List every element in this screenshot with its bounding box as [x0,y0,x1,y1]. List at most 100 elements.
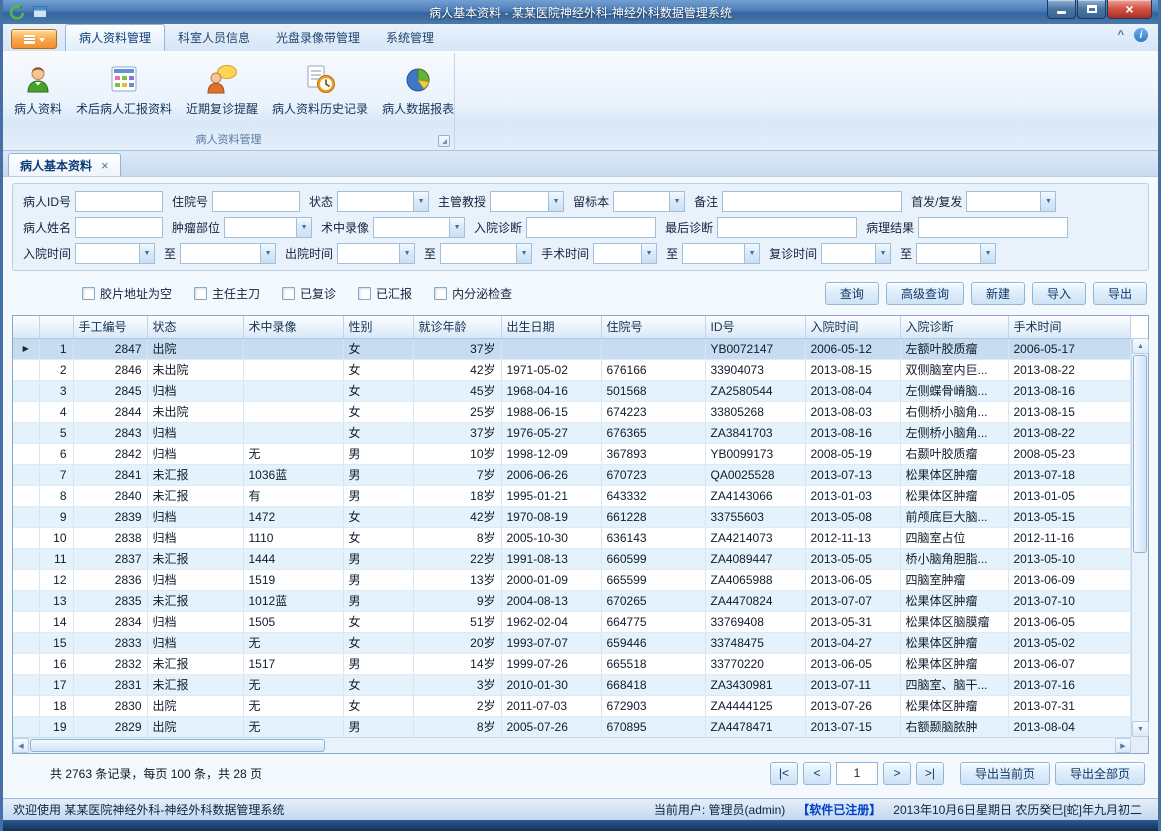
grid-cell[interactable]: 33755603 [705,506,805,527]
grid-cell[interactable]: 33770220 [705,653,805,674]
grid-row[interactable]: 62842归档无男10岁1998-12-09367893YB0099173200… [13,443,1131,464]
grid-cell[interactable]: 8岁 [413,716,501,737]
grid-row[interactable]: 42844未出院女25岁1988-06-15674223338052682013… [13,401,1131,422]
grid-cell[interactable]: 左侧蝶骨嵴脑... [900,380,1008,401]
grid-cell[interactable]: 1517 [243,653,343,674]
grid-cell[interactable]: 33904073 [705,359,805,380]
ribbon-tab[interactable]: 系统管理 [373,25,447,51]
dropdown-arrow-icon[interactable]: ▼ [875,244,890,263]
ribbon-tab[interactable]: 光盘录像带管理 [263,25,373,51]
scroll-down-icon[interactable]: ▼ [1132,721,1149,737]
filter-dropdown[interactable]: ▼ [224,217,312,238]
grid-cell[interactable] [243,338,343,359]
grid-cell[interactable]: 2013-07-18 [1008,464,1131,485]
grid-cell[interactable]: 女 [343,611,413,632]
grid-cell[interactable]: 2013-07-15 [805,716,900,737]
grid-cell[interactable]: 未汇报 [147,485,243,506]
column-header[interactable]: 出生日期 [501,316,601,338]
grid-row[interactable]: 122836归档1519男13岁2000-01-09665599ZA406598… [13,569,1131,590]
import-button[interactable]: 导入 [1032,282,1086,305]
grid-cell[interactable]: 1995-01-21 [501,485,601,506]
grid-cell[interactable]: ZA4143066 [705,485,805,506]
grid-cell[interactable]: 676166 [601,359,705,380]
grid-cell[interactable]: 668418 [601,674,705,695]
grid-cell[interactable]: 归档 [147,527,243,548]
grid-cell[interactable]: 2013-07-11 [805,674,900,695]
dropdown-arrow-icon[interactable]: ▼ [1040,192,1055,211]
grid-cell[interactable]: 无 [243,674,343,695]
grid-cell[interactable]: 1998-12-09 [501,443,601,464]
grid-cell[interactable]: 643332 [601,485,705,506]
grid-cell[interactable]: 男 [343,443,413,464]
grid-cell[interactable]: 2013-05-10 [1008,548,1131,569]
grid-cell[interactable]: 33748475 [705,632,805,653]
dropdown-arrow-icon[interactable]: ▼ [296,218,311,237]
grid-row[interactable]: 92839归档1472女42岁1970-08-19661228337556032… [13,506,1131,527]
filter-checkbox[interactable]: 已汇报 [358,285,412,302]
grid-cell[interactable]: 前颅底巨大脑... [900,506,1008,527]
grid-cell[interactable]: 25岁 [413,401,501,422]
info-icon[interactable]: i [1134,28,1148,42]
maximize-button[interactable] [1077,0,1106,19]
filter-text-input[interactable] [75,191,163,212]
grid-cell[interactable]: 松果体区肿瘤 [900,590,1008,611]
grid-cell[interactable]: 670895 [601,716,705,737]
grid-cell[interactable]: 四脑室、脑干... [900,674,1008,695]
grid-cell[interactable]: 出院 [147,716,243,737]
grid-cell[interactable]: 出院 [147,338,243,359]
grid-cell[interactable]: 2013-08-15 [805,359,900,380]
grid-cell[interactable]: ZA4470824 [705,590,805,611]
grid-cell[interactable]: 女 [343,674,413,695]
grid-cell[interactable]: QA0025528 [705,464,805,485]
grid-cell[interactable]: 1976-05-27 [501,422,601,443]
grid-cell[interactable]: 45岁 [413,380,501,401]
grid-row[interactable]: 182830出院无女2岁2011-07-03672903ZA4444125201… [13,695,1131,716]
grid-cell[interactable]: 676365 [601,422,705,443]
grid-row[interactable]: 112837未汇报1444男22岁1991-08-13660599ZA40894… [13,548,1131,569]
grid-cell[interactable]: 665518 [601,653,705,674]
grid-cell[interactable]: 2013-07-26 [805,695,900,716]
grid-cell[interactable] [501,338,601,359]
grid-cell[interactable]: 2013-05-05 [805,548,900,569]
grid-cell[interactable]: 2012-11-16 [1008,527,1131,548]
grid-cell[interactable]: 2013-08-22 [1008,422,1131,443]
grid-cell[interactable]: ZA4089447 [705,548,805,569]
export-all-pages-button[interactable]: 导出全部页 [1055,762,1145,785]
grid-row[interactable]: 132835未汇报1012蓝男9岁2004-08-13670265ZA44708… [13,590,1131,611]
grid-cell[interactable]: 674223 [601,401,705,422]
grid-cell[interactable]: 女 [343,527,413,548]
grid-cell[interactable]: 松果体区脑膜瘤 [900,611,1008,632]
quick-access-window-icon[interactable] [32,4,48,20]
grid-cell[interactable]: 670723 [601,464,705,485]
grid-cell[interactable]: 2013-01-03 [805,485,900,506]
grid-cell[interactable]: 660599 [601,548,705,569]
grid-row[interactable]: 142834归档1505女51岁1962-02-0466477533769408… [13,611,1131,632]
grid-cell[interactable]: 2839 [73,506,147,527]
grid-cell[interactable]: 2013-05-15 [1008,506,1131,527]
grid-cell[interactable]: 出院 [147,695,243,716]
ribbon-tab[interactable]: 病人资料管理 [65,24,165,51]
grid-cell[interactable]: ZA4444125 [705,695,805,716]
grid-cell[interactable]: 男 [343,716,413,737]
grid-cell[interactable]: 51岁 [413,611,501,632]
grid-cell[interactable]: 1962-02-04 [501,611,601,632]
grid-cell[interactable]: 桥小脑角胆脂... [900,548,1008,569]
grid-cell[interactable]: 2836 [73,569,147,590]
column-header[interactable]: 入院时间 [805,316,900,338]
grid-cell[interactable]: 2838 [73,527,147,548]
grid-row[interactable]: 162832未汇报1517男14岁1999-07-266655183377022… [13,653,1131,674]
grid-cell[interactable]: 1444 [243,548,343,569]
grid-cell[interactable]: 松果体区肿瘤 [900,695,1008,716]
filter-dropdown[interactable]: ▼ [440,243,532,264]
filter-dropdown[interactable]: ▼ [916,243,996,264]
grid-cell[interactable]: 左侧桥小脑角... [900,422,1008,443]
dropdown-arrow-icon[interactable]: ▼ [548,192,563,211]
grid-cell[interactable]: 1991-08-13 [501,548,601,569]
grid-cell[interactable]: 女 [343,695,413,716]
column-header[interactable]: 手工编号 [73,316,147,338]
grid-cell[interactable]: 10岁 [413,443,501,464]
column-header[interactable]: 手术时间 [1008,316,1131,338]
filter-dropdown[interactable]: ▼ [966,191,1056,212]
grid-row[interactable]: 72841未汇报1036蓝男7岁2006-06-26670723QA002552… [13,464,1131,485]
dropdown-arrow-icon[interactable]: ▼ [516,244,531,263]
